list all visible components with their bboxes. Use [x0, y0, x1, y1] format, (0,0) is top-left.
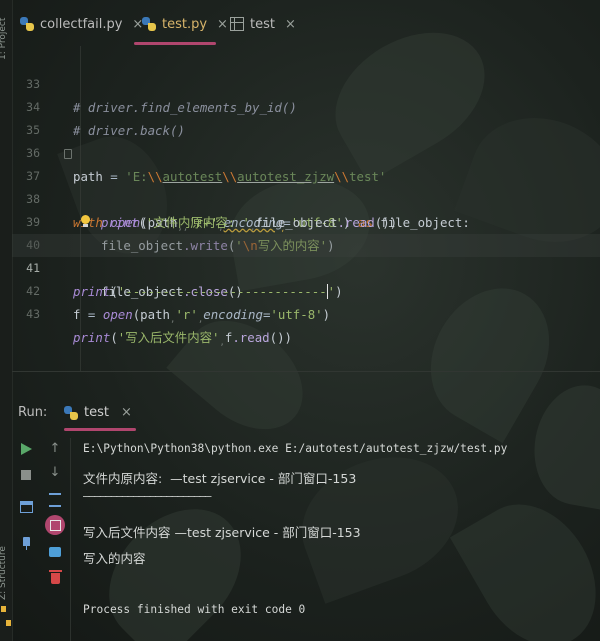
lightbulb-icon[interactable]	[79, 215, 91, 229]
run-console[interactable]: E:\Python\Python38\python.exe E:/autotes…	[83, 438, 593, 641]
active-tab-indicator	[134, 42, 216, 45]
stop-icon	[21, 470, 31, 480]
pin-tab-button[interactable]	[18, 533, 34, 550]
code-editor[interactable]: 33 # driver.find_elements_by_id() 34 # d…	[12, 46, 600, 371]
tab-label: test.py	[162, 16, 208, 32]
close-icon[interactable]: ×	[121, 405, 132, 420]
code-line-43[interactable]: 43 print('写入后文件内容',f.read())	[12, 280, 600, 348]
tab-label: collectfail.py	[40, 16, 123, 32]
arrow-down-icon: ↓	[49, 465, 61, 480]
tab-test[interactable]: test ×	[230, 10, 296, 38]
code-line-42[interactable]: 42 f = open(path,'r',encoding='utf-8')	[12, 257, 600, 325]
arrow-up-icon: ↑	[49, 441, 61, 456]
python-file-icon	[142, 17, 156, 31]
scroll-down-button[interactable]: ↓	[47, 465, 63, 481]
code-text: print('写入后文件内容',f.read())	[73, 330, 293, 348]
favorites-icon[interactable]	[6, 620, 11, 626]
print-icon	[49, 547, 61, 557]
scroll-to-end-icon	[45, 515, 65, 535]
soft-wrap-icon	[49, 493, 61, 507]
code-line-41[interactable]: 41 print('---------------------------')	[12, 234, 600, 299]
rerun-button[interactable]	[18, 441, 34, 457]
close-icon[interactable]: ×	[285, 17, 296, 32]
code-line-35[interactable]: 35	[12, 96, 600, 137]
console-command: E:\Python\Python38\python.exe E:/autotes…	[83, 442, 508, 455]
run-tool-header: Run: test ×	[12, 398, 600, 431]
run-label: Run:	[18, 405, 48, 420]
tab-test-py[interactable]: test.py ×	[142, 10, 228, 38]
run-tab-label: test	[84, 405, 109, 420]
clear-all-button[interactable]	[47, 569, 63, 586]
code-line-33[interactable]: 33 # driver.find_elements_by_id()	[12, 50, 600, 115]
pin-icon	[22, 536, 30, 550]
text-file-icon	[230, 17, 244, 31]
trash-icon	[48, 569, 62, 584]
python-file-icon	[20, 17, 34, 31]
restore-layout-button[interactable]	[18, 499, 34, 515]
bottom-strip-icons	[0, 600, 12, 641]
console-output-line: 写入的内容	[83, 551, 146, 566]
stop-button[interactable]	[18, 467, 34, 483]
close-icon[interactable]: ×	[217, 17, 228, 32]
project-tool-label[interactable]: 1: Project	[0, 18, 8, 60]
code-line-40[interactable]: 40 file_object.close()	[12, 211, 600, 299]
play-icon	[20, 443, 32, 455]
python-file-icon	[64, 405, 78, 420]
soft-wrap-button[interactable]	[47, 492, 63, 508]
restore-layout-icon	[19, 501, 33, 513]
editor-tab-bar: collectfail.py × test.py × test ×	[12, 0, 600, 46]
fold-icon[interactable]	[64, 149, 72, 159]
print-button[interactable]	[47, 544, 63, 560]
tab-label: test	[250, 16, 275, 32]
console-exit-message: Process finished with exit code 0	[83, 603, 306, 616]
structure-icon[interactable]	[1, 606, 6, 612]
code-line-38[interactable]: 38 print('文件内原内容: ',file_object.read())	[12, 165, 600, 233]
tab-collectfail[interactable]: collectfail.py ×	[20, 10, 143, 38]
line-number: 43	[26, 307, 40, 321]
code-line-39[interactable]: 39 file_object.write('\n写入的内容')	[12, 188, 600, 253]
run-tab-test[interactable]: test ×	[64, 405, 132, 420]
console-output-line: 文件内原内容: —test zjservice - 部门窗口-153	[83, 471, 357, 486]
code-line-36[interactable]: 36 path = 'E:\\autotest\\autotest_zjzw\\…	[12, 119, 600, 184]
console-output-line: 写入后文件内容 —test zjservice - 部门窗口-153	[83, 525, 361, 540]
scroll-up-button[interactable]: ↑	[47, 441, 63, 457]
active-run-tab-indicator	[64, 428, 136, 431]
console-separator-line: ———————————————————————	[83, 490, 212, 503]
code-line-34[interactable]: 34 # driver.back()	[12, 73, 600, 138]
scroll-to-end-button[interactable]	[45, 515, 65, 535]
structure-tool-label[interactable]: Z: Structure	[0, 546, 8, 600]
panel-splitter[interactable]	[12, 371, 600, 372]
console-divider	[70, 438, 71, 641]
code-line-37[interactable]: 37 with open(path,,'r+',encoding='utf-8'…	[12, 142, 600, 233]
